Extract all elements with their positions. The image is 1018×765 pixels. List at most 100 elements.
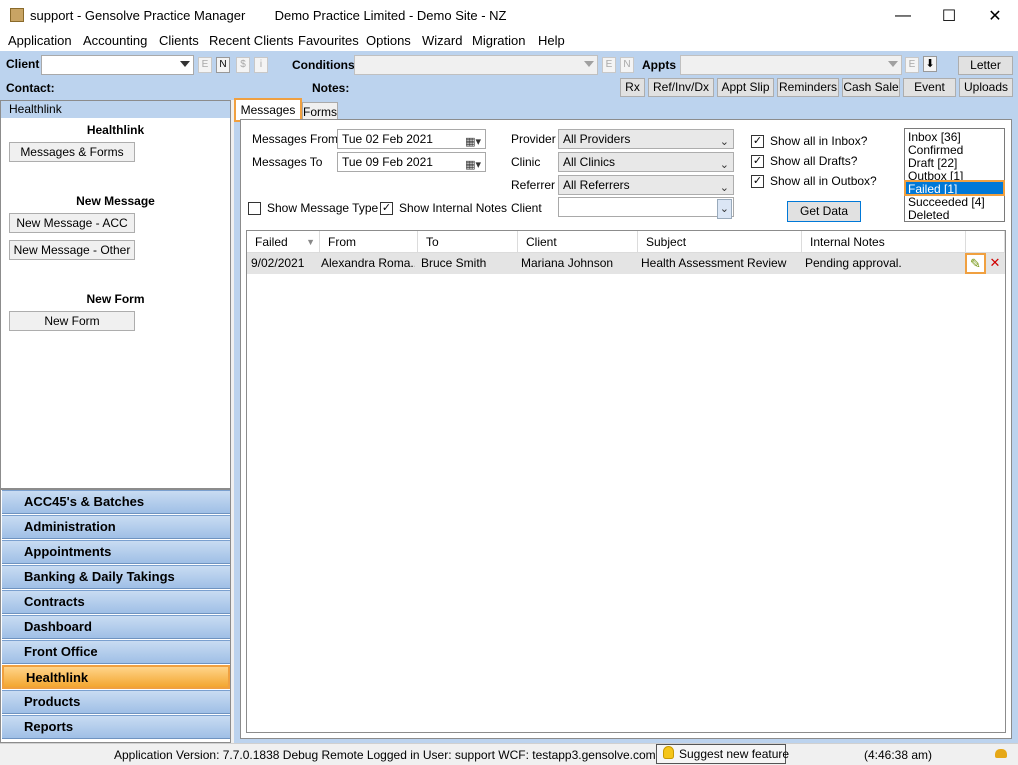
calendar-dropdown-icon[interactable]: ▦▾ [465, 133, 481, 151]
cell-internal-notes: Pending approval. [805, 256, 902, 270]
status-confirmed[interactable]: Confirmed [908, 143, 963, 157]
nav-reports[interactable]: Reports [2, 715, 230, 739]
menu-bar: Application Accounting Clients Recent Cl… [0, 31, 1018, 51]
menu-favourites[interactable]: Favourites [298, 33, 359, 48]
status-inbox[interactable]: Inbox [36] [908, 130, 961, 144]
show-drafts-checkbox[interactable]: ✓ [751, 155, 764, 168]
calendar-dropdown-icon[interactable]: ▦▾ [465, 156, 481, 174]
table-row[interactable]: 9/02/2021 Alexandra Roma... Bruce Smith … [247, 253, 1005, 274]
module-nav: ACC45's & Batches Administration Appoint… [0, 489, 231, 743]
chevron-down-icon [888, 61, 898, 67]
cell-client: Mariana Johnson [521, 256, 614, 270]
menu-options[interactable]: Options [366, 33, 411, 48]
menu-help[interactable]: Help [538, 33, 565, 48]
window-title-text: support - Gensolve Practice Manager [30, 8, 246, 23]
nav-products[interactable]: Products [2, 690, 230, 714]
event-button[interactable]: Event [903, 78, 956, 97]
client-filter-label: Client [511, 201, 542, 215]
menu-accounting[interactable]: Accounting [83, 33, 147, 48]
window-subtitle: Demo Practice Limited - Demo Site - NZ [274, 8, 507, 23]
status-draft[interactable]: Draft [22] [908, 156, 957, 170]
close-button[interactable]: ✕ [972, 0, 1018, 31]
status-succeeded[interactable]: Succeeded [4] [908, 195, 985, 209]
chevron-down-icon: ⌄ [719, 136, 729, 148]
messages-to-date[interactable]: Tue 09 Feb 2021 ▦▾ [337, 152, 486, 172]
clinic-select[interactable]: All Clinics ⌄ [558, 152, 734, 172]
col-client[interactable]: Client [518, 231, 638, 253]
show-inbox-label: Show all in Inbox? [770, 134, 868, 148]
cash-sale-button[interactable]: Cash Sale [842, 78, 900, 97]
menu-recent-clients[interactable]: Recent Clients [209, 33, 294, 48]
message-status-list[interactable]: Inbox [36] Confirmed Draft [22] Outbox [… [904, 128, 1005, 222]
nav-appointments[interactable]: Appointments [2, 540, 230, 564]
conditions-combo[interactable] [354, 55, 598, 75]
delete-icon[interactable]: ✕ [987, 255, 1003, 271]
referrer-value: All Referrers [563, 178, 630, 192]
nav-contracts[interactable]: Contracts [2, 590, 230, 614]
menu-wizard[interactable]: Wizard [422, 33, 462, 48]
appts-e-button[interactable]: E [905, 57, 919, 73]
col-to[interactable]: To [418, 231, 518, 253]
cell-from: Alexandra Roma... [321, 256, 415, 270]
maximize-button[interactable]: ☐ [926, 0, 972, 31]
uploads-button[interactable]: Uploads [959, 78, 1013, 97]
left-panel: Healthlink Healthlink Messages & Forms N… [0, 100, 231, 489]
col-from[interactable]: From [320, 231, 418, 253]
client-dollar-button[interactable]: $ [236, 57, 250, 73]
get-data-button[interactable]: Get Data [787, 201, 861, 222]
referrer-select[interactable]: All Referrers ⌄ [558, 175, 734, 195]
messages-from-date[interactable]: Tue 02 Feb 2021 ▦▾ [337, 129, 486, 149]
nav-banking[interactable]: Banking & Daily Takings [2, 565, 230, 589]
status-bar: Application Version: 7.7.0.1838 Debug Re… [0, 743, 1018, 765]
menu-clients[interactable]: Clients [159, 33, 199, 48]
new-message-acc-button[interactable]: New Message - ACC [9, 213, 135, 233]
cloud-upload-icon[interactable] [995, 749, 1007, 758]
nav-dashboard[interactable]: Dashboard [2, 615, 230, 639]
show-inbox-checkbox[interactable]: ✓ [751, 135, 764, 148]
messages-grid: Failed ▼ From To Client Subject Internal… [246, 230, 1006, 733]
left-panel-header: Healthlink [1, 101, 230, 118]
nav-front-office[interactable]: Front Office [2, 640, 230, 664]
show-outbox-checkbox[interactable]: ✓ [751, 175, 764, 188]
sort-down-icon: ▼ [306, 237, 315, 247]
new-form-button[interactable]: New Form [9, 311, 135, 331]
col-internal-notes[interactable]: Internal Notes [802, 231, 966, 253]
col-subject[interactable]: Subject [638, 231, 802, 253]
appt-slip-button[interactable]: Appt Slip [717, 78, 774, 97]
suggest-feature-label: Suggest new feature [679, 747, 790, 761]
rx-button[interactable]: Rx [620, 78, 645, 97]
nav-acc45-batches[interactable]: ACC45's & Batches [2, 490, 230, 514]
new-message-other-button[interactable]: New Message - Other [9, 240, 135, 260]
client-combo[interactable] [41, 55, 194, 75]
reminders-button[interactable]: Reminders [777, 78, 839, 97]
client-info-button[interactable]: i [254, 57, 268, 73]
suggest-feature-button[interactable]: Suggest new feature [656, 744, 790, 764]
contact-label: Contact: [6, 81, 55, 95]
conditions-n-button[interactable]: N [620, 57, 634, 73]
nav-administration[interactable]: Administration [2, 515, 230, 539]
show-internal-notes-checkbox[interactable]: ✓ [380, 202, 393, 215]
appts-combo[interactable] [680, 55, 902, 75]
cell-subject: Health Assessment Review [641, 256, 787, 270]
messages-forms-button[interactable]: Messages & Forms [9, 142, 135, 162]
tab-forms[interactable]: Forms [302, 102, 338, 120]
conditions-e-button[interactable]: E [602, 57, 616, 73]
client-filter-combo[interactable]: ⌄ [558, 197, 734, 219]
status-deleted[interactable]: Deleted [908, 208, 949, 221]
menu-application[interactable]: Application [8, 33, 72, 48]
client-e-button[interactable]: E [198, 57, 212, 73]
provider-select[interactable]: All Providers ⌄ [558, 129, 734, 149]
show-message-type-checkbox[interactable] [248, 202, 261, 215]
ref-inv-dx-button[interactable]: Ref/Inv/Dx [648, 78, 714, 97]
minimize-button[interactable]: — [880, 0, 926, 31]
nav-healthlink[interactable]: Healthlink [2, 665, 230, 689]
notes-label: Notes: [312, 81, 350, 95]
messages-to-value: Tue 09 Feb 2021 [342, 155, 433, 169]
download-icon[interactable]: ⬇ [923, 56, 937, 72]
client-n-button[interactable]: N [216, 57, 230, 73]
menu-migration[interactable]: Migration [472, 33, 525, 48]
col-failed[interactable]: Failed ▼ [247, 231, 320, 253]
edit-pencil-icon[interactable]: ✎ [965, 253, 986, 274]
chevron-down-icon [584, 61, 594, 67]
letter-button[interactable]: Letter [958, 56, 1013, 75]
